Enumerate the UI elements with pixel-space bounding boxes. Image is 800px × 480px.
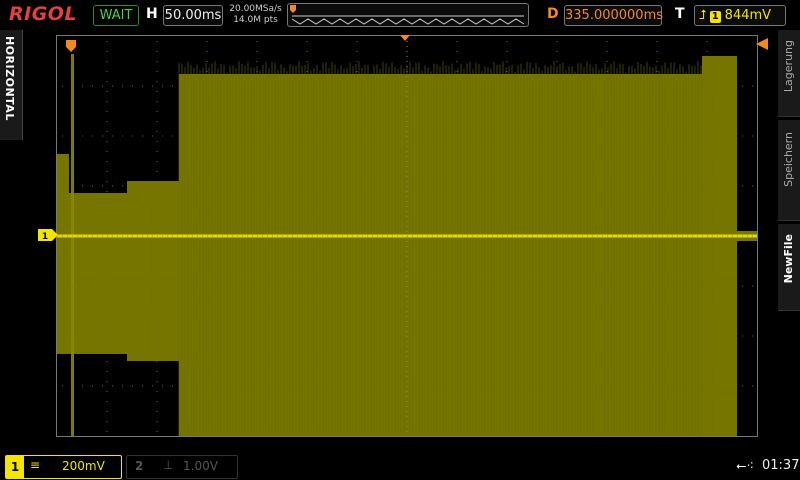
channel-1-scale: 200mV [62,459,105,473]
trigger-level-marker-icon [756,38,768,50]
usb-icon: ⭠⁖ [736,459,755,474]
horizontal-menu-tab[interactable]: HORIZONTAL [0,30,23,140]
scope-grid [57,36,757,436]
menu-item-label: Lagerung [782,40,795,93]
waveform-segment [69,193,127,354]
waveform-segment [57,154,69,354]
delay-label: D [547,6,559,22]
channel-1-number: 1 [6,456,24,478]
channel-1-settings[interactable]: 1 ≡ 200mV [5,455,122,479]
ch1-marker-label: 1 [42,232,48,241]
ch1-offset-marker-icon[interactable]: 1 [38,229,58,241]
channel-2-number: 2 [135,459,144,473]
timebase-value[interactable]: 50.00ms [163,5,223,26]
channel-2-settings[interactable]: 2 ⊥ 1.00V [126,455,238,479]
right-side-menu: Lagerung Speichern NewFile [778,30,800,312]
bottom-bar: 1 ≡ 200mV 2 ⊥ 1.00V ⭠⁖ 01:37 [0,452,800,480]
trigger-edge-icon: ⮥ [699,8,707,23]
waveform-segment [702,56,737,436]
horizontal-start-marker-icon [66,40,76,52]
trigger-info[interactable]: ⮥ 1 844mV [694,5,786,26]
trigger-time-marker-icon [400,35,410,41]
sample-rate: 20.00MSa/s [229,4,282,14]
channel-2-coupling-icon: ⊥ [163,458,174,472]
memory-depth: 14.0M pts [233,15,278,25]
horizontal-label: H [146,6,158,22]
trigger-source-badge: 1 [709,11,721,23]
menu-item-lagerung[interactable]: Lagerung [778,30,800,117]
waveform-segment [71,54,74,436]
waveform-segment [127,181,179,361]
channel-1-coupling-icon: ≡ [30,458,41,472]
rigol-logo: RIGOL [9,3,78,25]
sample-rate-info: 20.00MSa/s 14.0M pts [228,4,283,26]
memory-overview-bar [287,3,529,27]
menu-item-label: NewFile [782,234,795,284]
memory-overview-wave [290,5,525,25]
menu-item-speichern[interactable]: Speichern [778,120,800,221]
channel-2-scale: 1.00V [183,459,218,473]
clock-time: 01:37 [762,458,800,473]
top-bar: RIGOL WAIT H 50.00ms 20.00MSa/s 14.0M pt… [0,0,800,30]
trigger-position-marker-icon [290,5,296,13]
run-status-badge[interactable]: WAIT [93,5,139,26]
menu-item-label: Speichern [782,132,795,187]
horizontal-tab-label: HORIZONTAL [3,36,16,121]
trigger-label: T [675,6,685,22]
trigger-level: 844mV [724,8,772,23]
delay-value[interactable]: 335.000000ms [564,5,663,26]
waveform-display[interactable] [56,35,758,437]
menu-item-newfile[interactable]: NewFile [778,224,800,311]
